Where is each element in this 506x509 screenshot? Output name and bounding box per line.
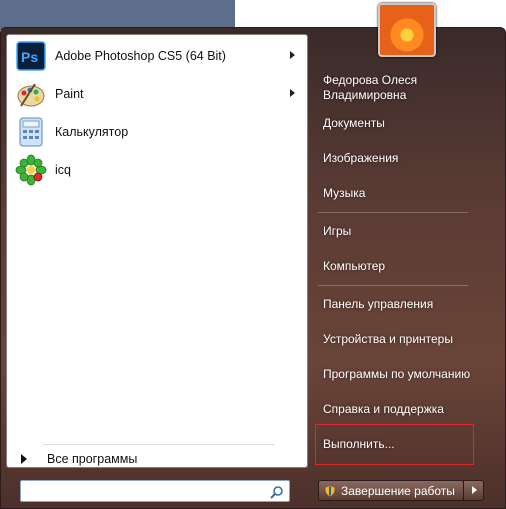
search-box[interactable]	[20, 480, 290, 502]
menu-item-devices-printers[interactable]: Устройства и принтеры	[323, 332, 453, 347]
divider	[318, 285, 468, 286]
paint-icon	[17, 83, 45, 107]
program-label: Adobe Photoshop CS5 (64 Bit)	[55, 49, 226, 63]
menu-item-computer[interactable]: Компьютер	[323, 259, 385, 274]
all-programs-label: Все программы	[47, 452, 138, 466]
search-input[interactable]	[25, 483, 269, 501]
user-name[interactable]: Федорова Олеся Владимировна	[323, 73, 417, 103]
divider	[318, 212, 468, 213]
menu-item-pictures[interactable]: Изображения	[323, 151, 398, 166]
shutdown-options-arrow-icon[interactable]	[463, 480, 484, 501]
menu-item-documents[interactable]: Документы	[323, 116, 385, 131]
user-avatar[interactable]	[378, 3, 436, 57]
program-label: Калькулятор	[55, 125, 129, 139]
menu-item-help-support[interactable]: Справка и поддержка	[323, 402, 444, 417]
desktop-window-area	[235, 0, 506, 30]
programs-pane: Ps Adobe Photoshop CS5 (64 Bit) Paint Ка…	[6, 34, 308, 468]
menu-item-games[interactable]: Игры	[323, 224, 351, 239]
user-name-line1: Федорова Олеся	[323, 73, 418, 87]
menu-item-run[interactable]: Выполнить...	[323, 437, 395, 452]
search-icon[interactable]	[269, 484, 285, 500]
icq-icon	[15, 154, 47, 186]
program-label: icq	[55, 163, 71, 177]
desktop-background	[0, 0, 235, 30]
photoshop-icon: Ps	[16, 41, 46, 71]
calculator-icon	[19, 117, 43, 147]
submenu-arrow-icon[interactable]	[290, 89, 295, 97]
shutdown-label: Завершение работы	[341, 483, 455, 498]
expand-arrow-icon	[21, 454, 27, 464]
submenu-arrow-icon[interactable]	[290, 51, 295, 59]
menu-item-music[interactable]: Музыка	[323, 186, 365, 201]
program-icq[interactable]: icq	[11, 152, 303, 188]
shield-icon	[324, 484, 336, 497]
menu-item-control-panel[interactable]: Панель управления	[323, 297, 433, 312]
program-paint[interactable]: Paint	[11, 76, 303, 112]
program-photoshop[interactable]: Ps Adobe Photoshop CS5 (64 Bit)	[11, 38, 303, 74]
svg-text:Ps: Ps	[21, 49, 38, 65]
program-label: Paint	[55, 87, 84, 101]
shutdown-button[interactable]: Завершение работы	[318, 480, 464, 501]
program-calculator[interactable]: Калькулятор	[11, 114, 303, 150]
user-name-line2: Владимировна	[323, 88, 407, 102]
menu-item-default-programs[interactable]: Программы по умолчанию	[323, 367, 470, 382]
divider	[43, 444, 275, 445]
all-programs-button[interactable]: Все программы	[15, 449, 295, 469]
